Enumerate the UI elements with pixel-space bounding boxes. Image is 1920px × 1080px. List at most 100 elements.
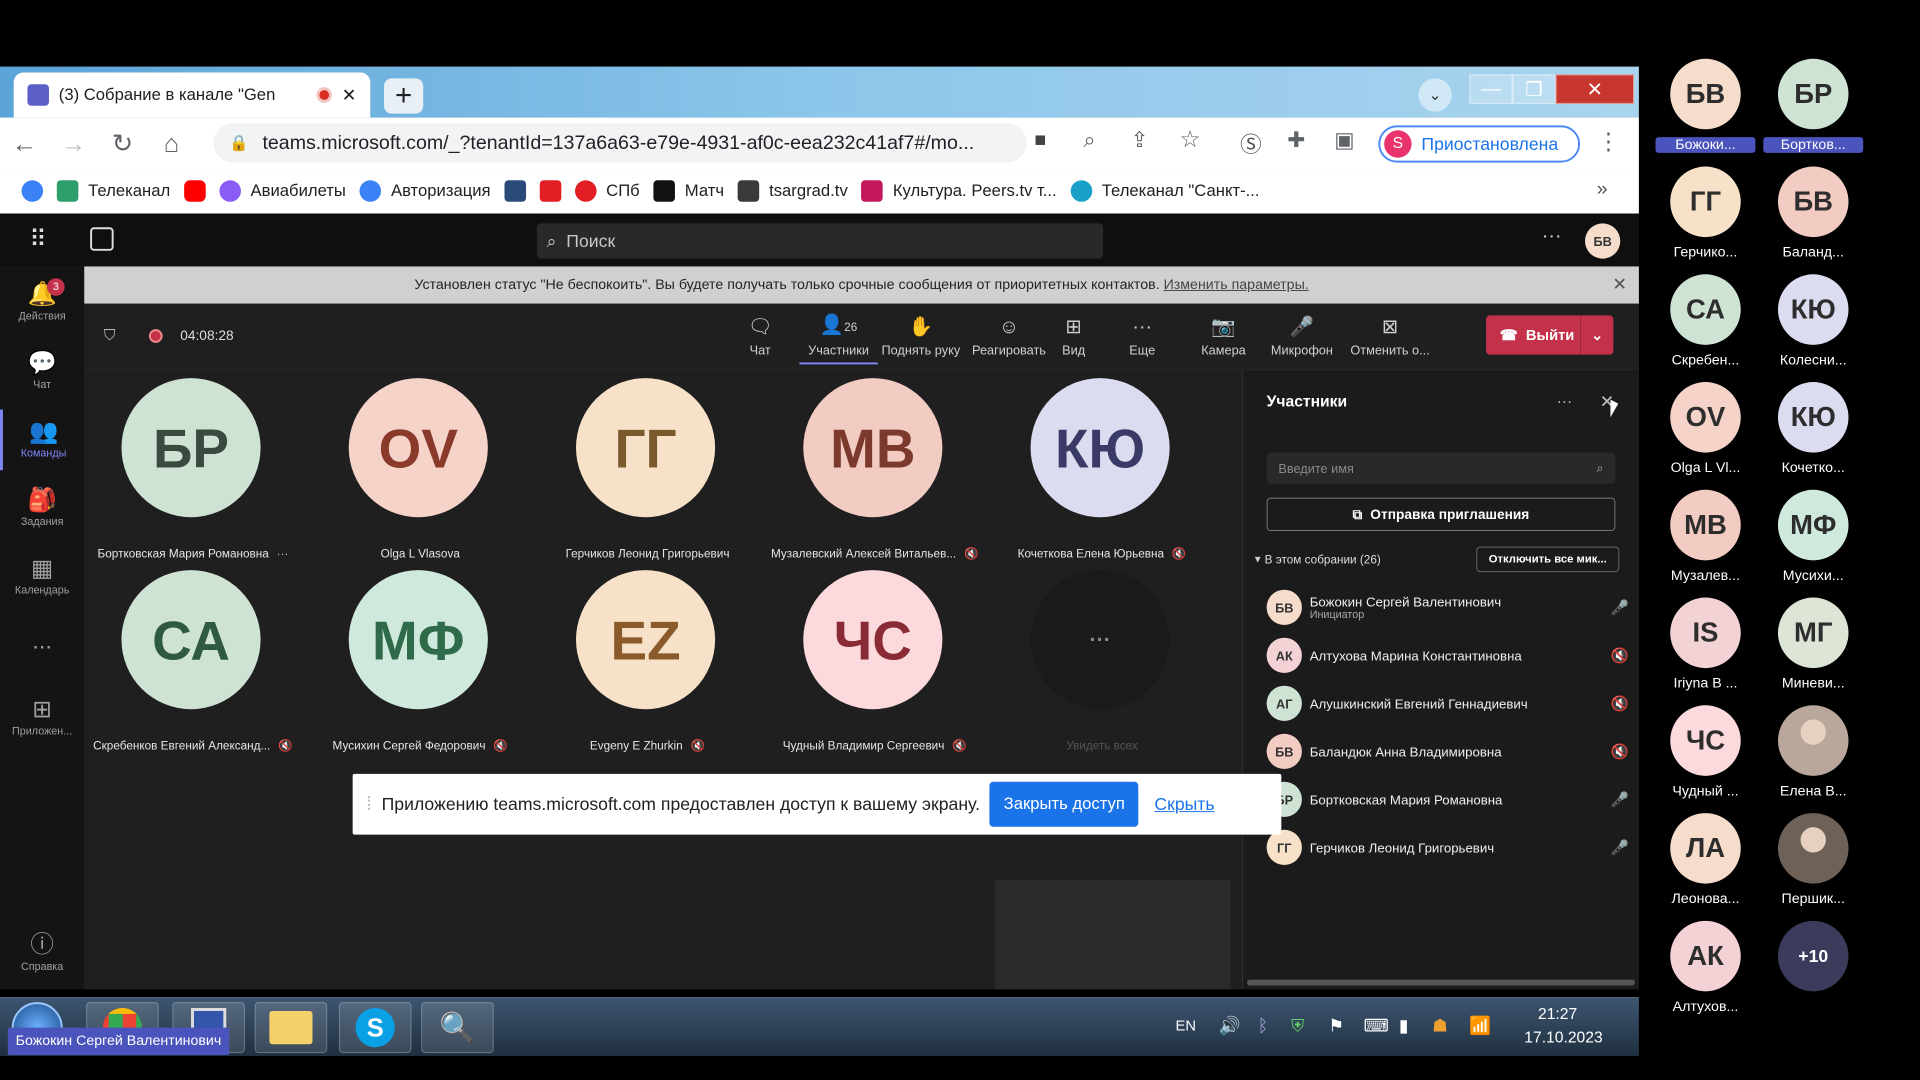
hide-link[interactable]: Скрыть <box>1154 794 1214 815</box>
skype-extension-icon[interactable]: Ⓢ <box>1240 127 1262 158</box>
gallery-participant[interactable]: МФ Мусихи... <box>1763 489 1863 598</box>
bookmark-item[interactable]: Телеканал <box>56 180 170 202</box>
omnibox[interactable]: 🔒 teams.microsoft.com/_?tenantId=137a6a6… <box>213 123 1027 163</box>
camera-button[interactable]: 📷 Камера <box>1189 310 1258 365</box>
gallery-participant[interactable]: Першик... <box>1763 813 1863 921</box>
gallery-participant[interactable]: КЮ Колесни... <box>1763 274 1863 382</box>
bookmark-item[interactable]: Авиабилеты <box>219 180 346 202</box>
gallery-participant[interactable]: +10 <box>1763 920 1863 1029</box>
tab-teams-meeting[interactable]: (3) Собрание в канале "Gen ✕ <box>13 72 371 118</box>
view-button[interactable]: ⊞ Вид <box>1044 310 1103 365</box>
user-avatar[interactable]: БВ <box>1584 223 1621 259</box>
home-icon[interactable]: ⌂ <box>147 128 196 158</box>
reload-icon[interactable]: ↻ <box>98 128 147 158</box>
gallery-participant[interactable]: КЮ Кочетко... <box>1763 382 1863 490</box>
share-icon[interactable]: ⇪ <box>1130 127 1148 152</box>
more-options-icon[interactable]: ··· <box>277 547 289 561</box>
participant-tile[interactable]: EZ Evgeny E Zhurkin 🔇 <box>519 570 746 762</box>
restore-button[interactable]: ❐ <box>1512 74 1556 104</box>
gallery-participant[interactable]: OV Olga L Vl... <box>1656 382 1756 490</box>
mic-button[interactable]: 🎤 Микрофон <box>1263 310 1341 365</box>
settings-more-icon[interactable]: ··· <box>1542 225 1562 248</box>
user-tray-icon[interactable]: ☗ <box>1432 1016 1448 1037</box>
gallery-participant[interactable]: АК Алтухов... <box>1656 920 1756 1029</box>
gallery-participant[interactable]: ЛА Леонова... <box>1656 813 1756 921</box>
app-launcher-icon[interactable]: ⠿ <box>29 225 46 253</box>
chat-button[interactable]: 🗨 Чат <box>721 310 799 365</box>
panel-scrollbar[interactable] <box>1247 979 1635 986</box>
keyboard-icon[interactable]: ⌨ <box>1364 1016 1389 1037</box>
bookmark-item[interactable]: Телеканал "Санкт-... <box>1070 180 1260 202</box>
bookmark-item[interactable]: Матч <box>653 180 724 202</box>
camera-in-use-icon[interactable]: ■ <box>1034 129 1046 152</box>
participant-row[interactable]: АК Алтухова Марина Константиновна 🔇 <box>1266 636 1629 675</box>
rail-activity[interactable]: 🔔 Действия 3 <box>0 272 84 333</box>
participant-tile[interactable]: ··· Увидеть всех <box>974 570 1201 762</box>
search-input[interactable]: ⌕ Поиск <box>536 223 1104 259</box>
back-icon[interactable]: ← <box>0 128 49 158</box>
extensions-icon[interactable]: ✚ <box>1287 127 1305 152</box>
tab-search-icon[interactable]: ⌄ <box>1418 78 1452 112</box>
rail-help[interactable]: ⓘ Справка <box>0 923 84 984</box>
skype-taskbar-button[interactable]: S <box>338 1002 412 1054</box>
security-icon[interactable]: ⛨ <box>1291 1016 1304 1037</box>
bookmark-star-icon[interactable]: ☆ <box>1179 125 1200 153</box>
forward-icon[interactable]: → <box>49 128 98 158</box>
gallery-participant[interactable]: СА Скребен... <box>1656 274 1756 382</box>
mute-all-button[interactable]: Отключить все мик... <box>1476 546 1620 573</box>
new-tab-button[interactable]: + <box>384 78 424 114</box>
bookmark-monitor[interactable] <box>504 180 526 202</box>
magnifier-taskbar-button[interactable]: 🔍 <box>421 1002 494 1054</box>
participant-row[interactable]: БР Бортковская Мария Романовна 🎤 <box>1266 780 1629 819</box>
gallery-participant[interactable]: ЧС Чудный ... <box>1656 705 1756 813</box>
bookmark-item[interactable]: tsargrad.tv <box>737 180 848 202</box>
bookmark-mail[interactable] <box>21 180 44 202</box>
gallery-participant[interactable]: БР Бортков... <box>1763 58 1864 167</box>
more-bookmarks-icon[interactable]: » <box>1597 178 1608 201</box>
bookmark-item[interactable]: Культура. Peers.tv т... <box>861 180 1057 202</box>
close-tab-icon[interactable]: ✕ <box>342 85 357 106</box>
gallery-participant[interactable]: ГГ Герчико... <box>1656 166 1756 275</box>
flag-icon[interactable]: ⚑ <box>1328 1016 1344 1037</box>
participant-tile[interactable]: OV Olga L Vlasova <box>292 378 519 570</box>
participant-row[interactable]: БВ Баландюк Анна Владимировна 🔇 <box>1266 732 1629 771</box>
gallery-participant[interactable]: БВ Божоки... <box>1655 58 1756 167</box>
bookmark-youtube[interactable] <box>183 180 206 202</box>
close-window-button[interactable]: ✕ <box>1555 74 1634 104</box>
drag-handle-icon[interactable]: ⁞ <box>366 793 371 816</box>
gallery-participant[interactable]: МВ Музалев... <box>1656 489 1756 598</box>
stop-sharing-button[interactable]: ⊠ Отменить о... <box>1341 310 1439 365</box>
gallery-participant[interactable]: Елена В... <box>1763 705 1863 813</box>
change-settings-link[interactable]: Изменить параметры. <box>1164 277 1309 293</box>
participant-tile[interactable]: МВ Музалевский Алексей Витальев... 🔇 <box>746 378 979 570</box>
participant-tile[interactable]: МФ Мусихин Сергей Федорович 🔇 <box>292 570 519 762</box>
panel-more-icon[interactable]: ··· <box>1557 394 1573 412</box>
minimize-button[interactable]: — <box>1469 74 1513 104</box>
explorer-taskbar-button[interactable] <box>254 1002 328 1054</box>
participant-row[interactable]: АГ Алушкинский Евгений Геннадиевич 🔇 <box>1266 684 1629 723</box>
chevron-down-icon[interactable]: ⌄ <box>1580 315 1613 355</box>
side-panel-icon[interactable]: ▣ <box>1334 127 1354 152</box>
browser-menu-icon[interactable]: ⋮ <box>1597 127 1621 155</box>
participant-row[interactable]: ГГ Герчиков Леонид Григорьевич 🎤 <box>1266 828 1629 867</box>
invite-button[interactable]: ⧉ Отправка приглашения <box>1266 497 1616 531</box>
participant-tile[interactable]: БР Бортковская Мария Романовна ··· <box>65 378 292 570</box>
raise-hand-button[interactable]: ✋ Поднять руку <box>881 310 960 365</box>
profile-button[interactable]: S Приостановлена <box>1378 125 1581 163</box>
gallery-participant[interactable]: МГ Миневи... <box>1763 597 1863 706</box>
network-icon[interactable]: 📶 <box>1469 1016 1491 1037</box>
gallery-participant[interactable]: IS Iriyna B ... <box>1656 597 1756 706</box>
participant-search-input[interactable]: Введите имя ⌕ <box>1266 452 1616 484</box>
bookmark-item[interactable]: СПб <box>574 180 640 202</box>
volume-icon[interactable]: 🔊 <box>1219 1016 1241 1037</box>
bluetooth-icon[interactable]: ᛒ <box>1258 1016 1269 1037</box>
gallery-participant[interactable]: БВ Баланд... <box>1763 166 1863 275</box>
participant-tile[interactable]: ЧС Чудный Владимир Сергеевич 🔇 <box>746 570 973 762</box>
stop-sharing-access-button[interactable]: Закрыть доступ <box>989 781 1139 827</box>
participant-row[interactable]: БВ Божокин Сергей Валентинович Инициатор 🎤 <box>1266 588 1629 627</box>
section-chevron-icon[interactable]: ▼ <box>1253 554 1263 565</box>
battery-icon[interactable]: ▮ <box>1399 1016 1409 1037</box>
participant-tile[interactable]: ГГ Герчиков Леонид Григорьевич <box>519 378 746 570</box>
bookmark-item[interactable]: Авторизация <box>359 180 491 202</box>
more-button[interactable]: ··· Еще <box>1113 310 1172 365</box>
